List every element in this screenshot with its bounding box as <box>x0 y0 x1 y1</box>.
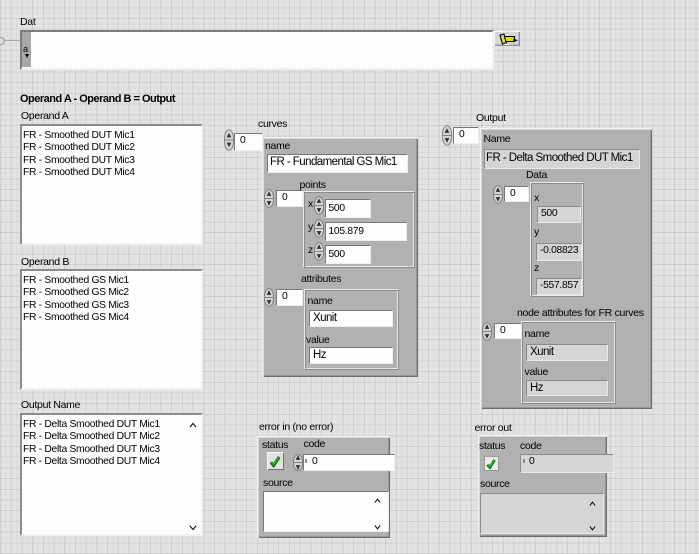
svg-text:a: a <box>23 44 28 54</box>
